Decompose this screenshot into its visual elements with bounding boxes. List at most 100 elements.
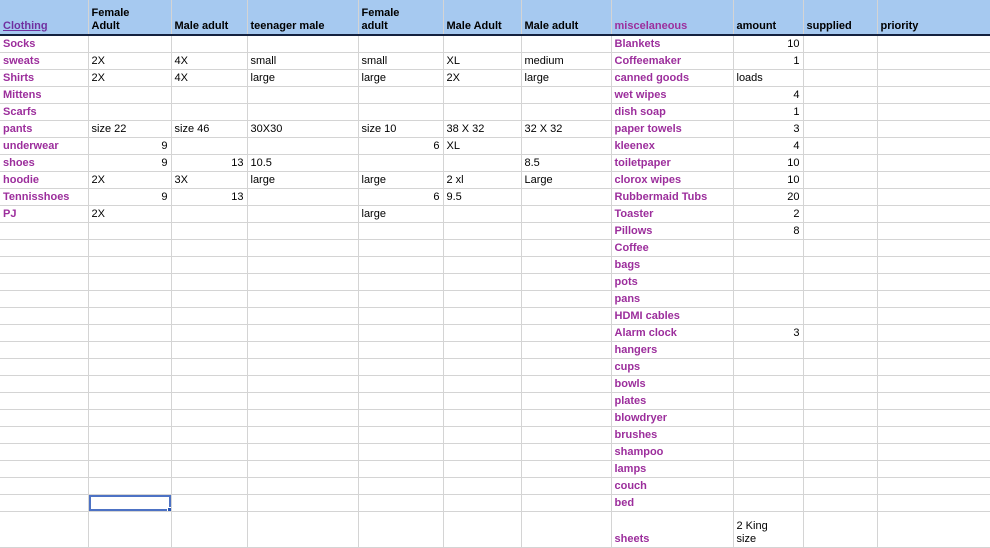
cell[interactable]: [877, 477, 990, 494]
cell[interactable]: [358, 511, 443, 548]
cell[interactable]: pans: [611, 290, 733, 307]
cell[interactable]: [171, 341, 247, 358]
cell[interactable]: [803, 205, 877, 222]
cell[interactable]: [443, 392, 521, 409]
cell[interactable]: 8: [733, 222, 803, 239]
cell[interactable]: blowdryer: [611, 409, 733, 426]
cell[interactable]: [521, 358, 611, 375]
cell[interactable]: [877, 358, 990, 375]
cell[interactable]: [443, 477, 521, 494]
cell[interactable]: [443, 460, 521, 477]
cell[interactable]: clorox wipes: [611, 171, 733, 188]
cell[interactable]: [443, 256, 521, 273]
cell[interactable]: [247, 511, 358, 548]
cell[interactable]: [358, 494, 443, 511]
cell[interactable]: [247, 137, 358, 154]
cell[interactable]: [88, 103, 171, 120]
cell[interactable]: [521, 86, 611, 103]
cell[interactable]: Blankets: [611, 35, 733, 52]
cell[interactable]: shoes: [0, 154, 88, 171]
cell[interactable]: size 46: [171, 120, 247, 137]
cell[interactable]: [803, 358, 877, 375]
cell[interactable]: 30X30: [247, 120, 358, 137]
cell[interactable]: [877, 69, 990, 86]
cell[interactable]: [443, 103, 521, 120]
cell[interactable]: [803, 477, 877, 494]
cell[interactable]: [521, 392, 611, 409]
cell[interactable]: [443, 375, 521, 392]
cell[interactable]: [803, 103, 877, 120]
cell[interactable]: [171, 392, 247, 409]
cell[interactable]: large: [521, 69, 611, 86]
cell[interactable]: Scarfs: [0, 103, 88, 120]
cell[interactable]: [877, 188, 990, 205]
cell[interactable]: [247, 103, 358, 120]
cell[interactable]: 9: [88, 137, 171, 154]
cell[interactable]: [443, 358, 521, 375]
cell[interactable]: [358, 154, 443, 171]
cell[interactable]: [171, 324, 247, 341]
cell[interactable]: [521, 375, 611, 392]
cell[interactable]: 13: [171, 154, 247, 171]
cell[interactable]: 3: [733, 324, 803, 341]
cell[interactable]: [521, 426, 611, 443]
cell[interactable]: 32 X 32: [521, 120, 611, 137]
cell[interactable]: [171, 86, 247, 103]
cell[interactable]: [521, 239, 611, 256]
cell[interactable]: [88, 511, 171, 548]
cell[interactable]: [521, 511, 611, 548]
cell[interactable]: [803, 392, 877, 409]
cell[interactable]: [877, 171, 990, 188]
cell[interactable]: 4: [733, 86, 803, 103]
cell[interactable]: [521, 188, 611, 205]
cell[interactable]: [877, 273, 990, 290]
cell[interactable]: bags: [611, 256, 733, 273]
cell[interactable]: [88, 35, 171, 52]
cell[interactable]: [877, 307, 990, 324]
cell[interactable]: [358, 375, 443, 392]
cell[interactable]: sweats: [0, 52, 88, 69]
cell[interactable]: [0, 222, 88, 239]
cell[interactable]: [733, 409, 803, 426]
cell[interactable]: [358, 290, 443, 307]
cell[interactable]: [88, 409, 171, 426]
cell[interactable]: [358, 443, 443, 460]
cell[interactable]: [88, 239, 171, 256]
cell[interactable]: [0, 307, 88, 324]
cell[interactable]: 4: [733, 137, 803, 154]
cell[interactable]: Alarm clock: [611, 324, 733, 341]
cell[interactable]: [88, 324, 171, 341]
cell[interactable]: 6: [358, 188, 443, 205]
cell[interactable]: XL: [443, 52, 521, 69]
cell[interactable]: [803, 460, 877, 477]
cell[interactable]: 2 xl: [443, 171, 521, 188]
cell[interactable]: 20: [733, 188, 803, 205]
cell[interactable]: medium: [521, 52, 611, 69]
column-header[interactable]: Female adult: [358, 0, 443, 35]
cell[interactable]: [877, 35, 990, 52]
cell[interactable]: Socks: [0, 35, 88, 52]
cell[interactable]: wet wipes: [611, 86, 733, 103]
cell[interactable]: Coffee: [611, 239, 733, 256]
cell[interactable]: [521, 477, 611, 494]
cell[interactable]: [171, 443, 247, 460]
cell[interactable]: [247, 324, 358, 341]
cell[interactable]: [0, 375, 88, 392]
cell[interactable]: [733, 392, 803, 409]
cell[interactable]: [88, 375, 171, 392]
cell[interactable]: [877, 86, 990, 103]
cell[interactable]: [247, 256, 358, 273]
cell[interactable]: 2X: [88, 52, 171, 69]
cell[interactable]: [0, 273, 88, 290]
cell[interactable]: paper towels: [611, 120, 733, 137]
cell[interactable]: [803, 409, 877, 426]
cell[interactable]: [171, 35, 247, 52]
cell[interactable]: [521, 290, 611, 307]
cell[interactable]: [247, 239, 358, 256]
cell[interactable]: [521, 256, 611, 273]
cell[interactable]: [803, 426, 877, 443]
cell[interactable]: [877, 511, 990, 548]
cell[interactable]: [358, 341, 443, 358]
cell[interactable]: [0, 341, 88, 358]
cell[interactable]: Coffeemaker: [611, 52, 733, 69]
